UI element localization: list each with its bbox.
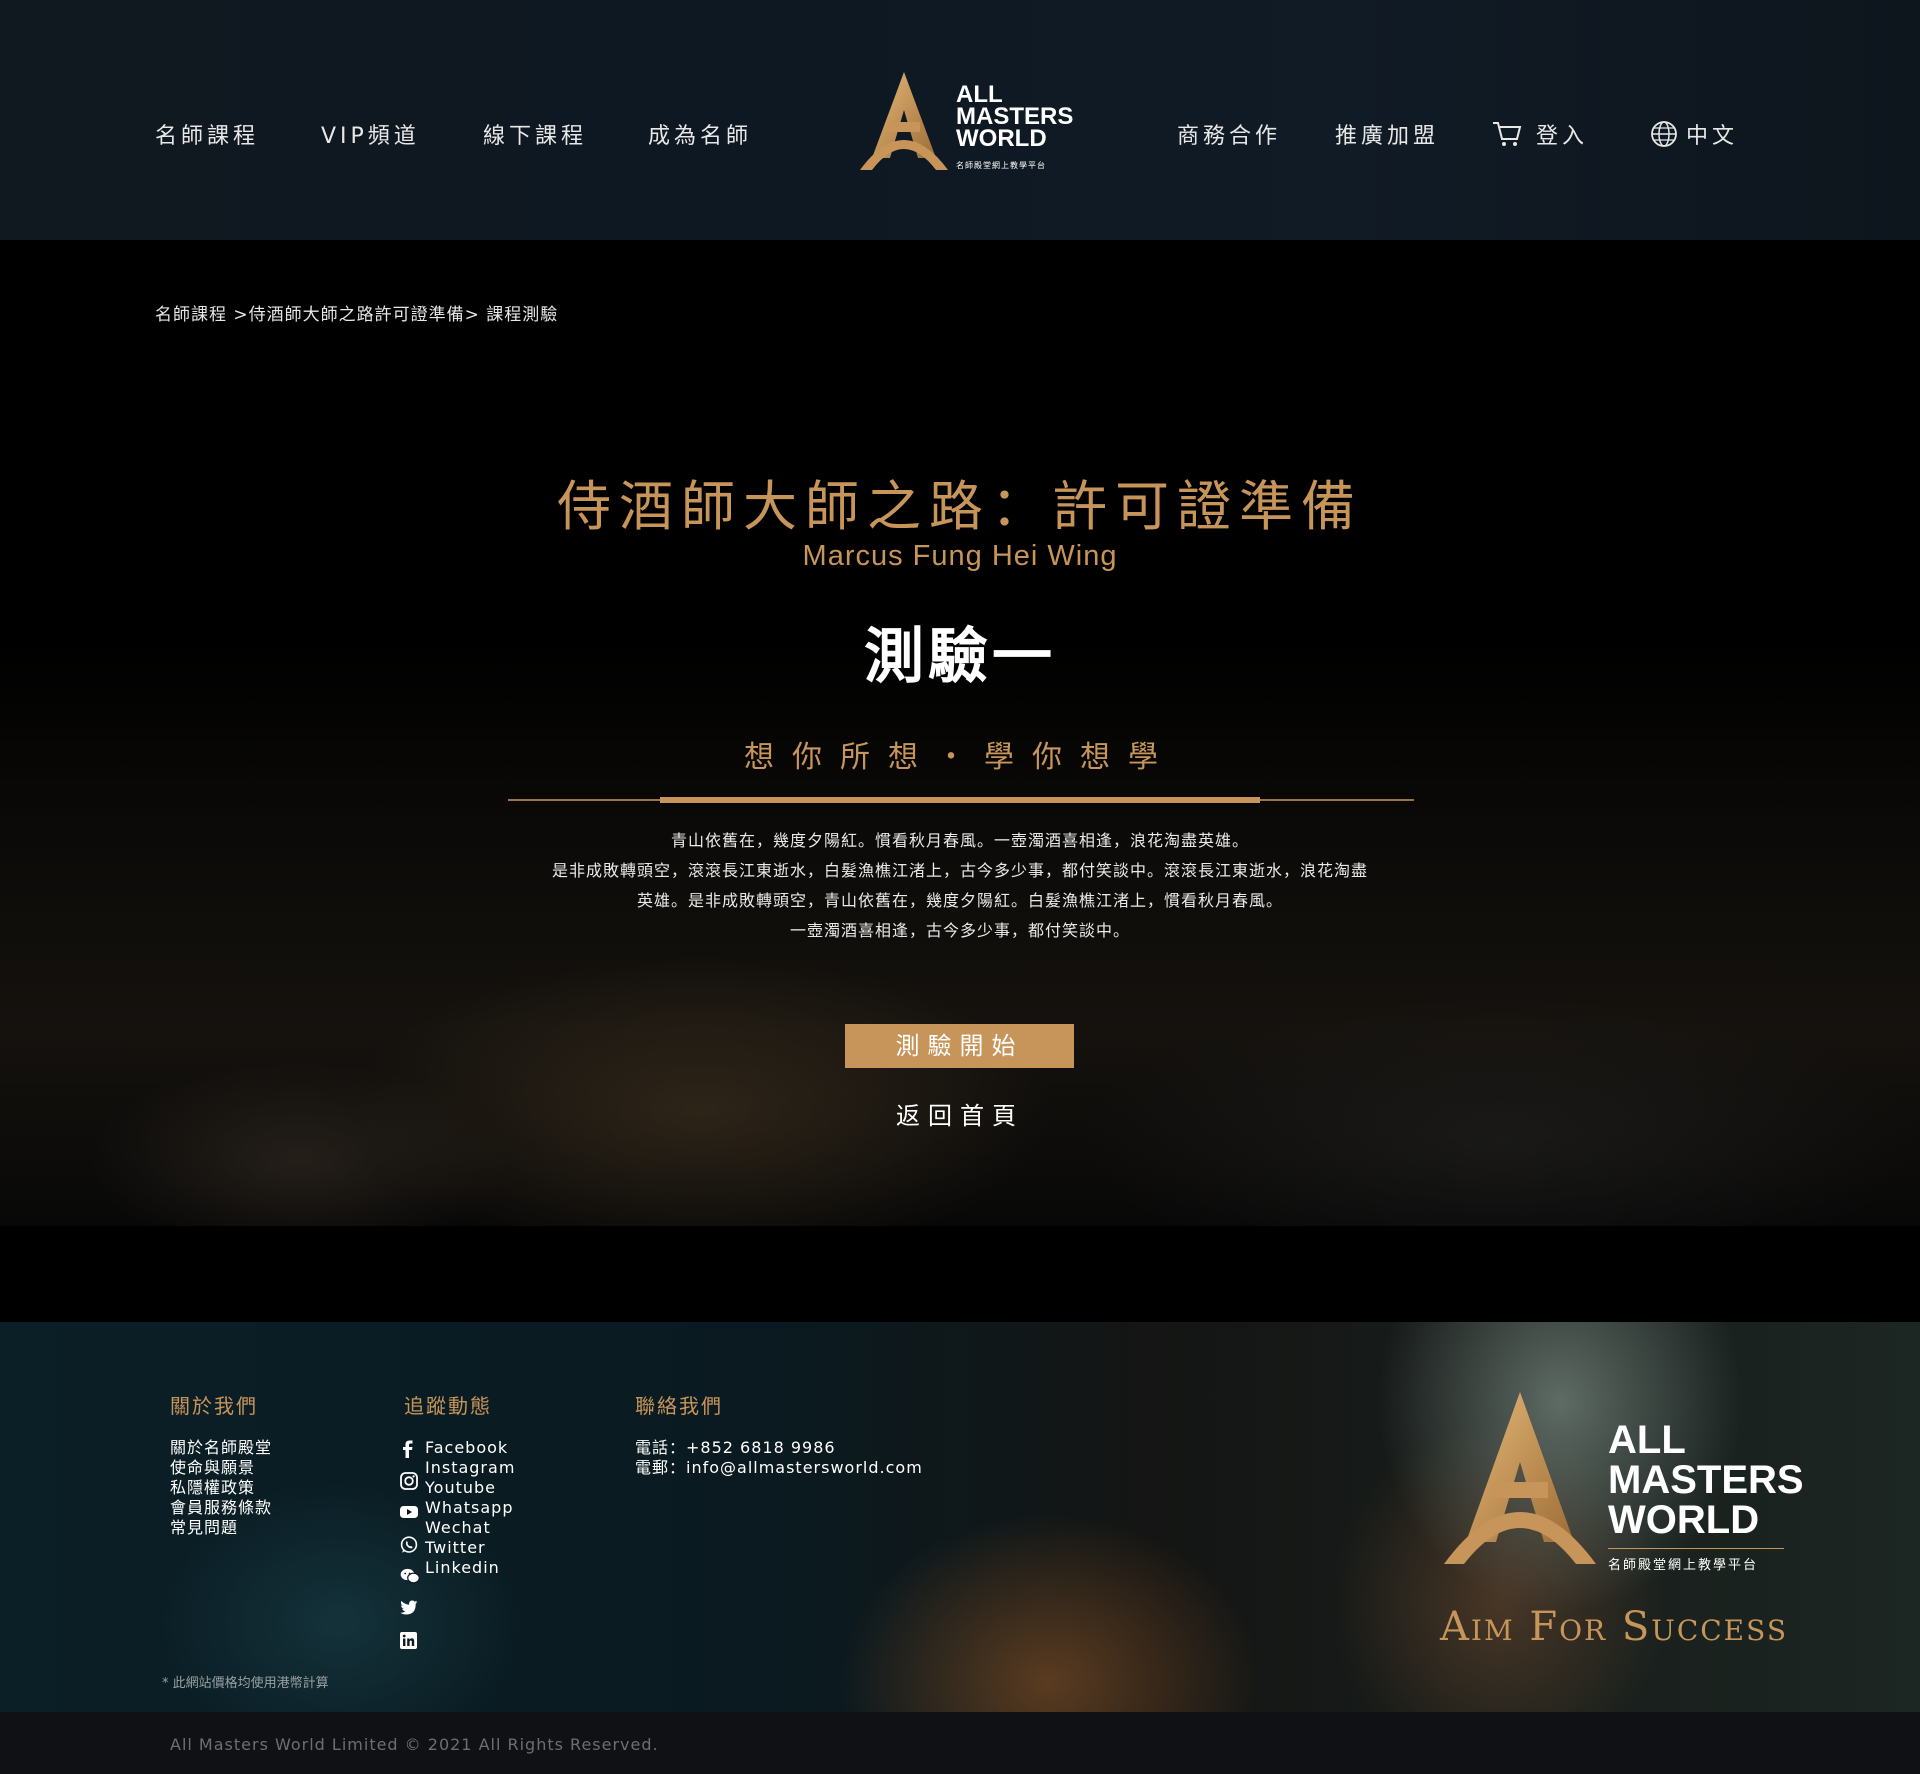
nav-business[interactable]: 商務合作: [1177, 118, 1281, 150]
social-link-linkedin[interactable]: Linkedin: [425, 1558, 515, 1578]
quiz-title: 測驗一: [864, 622, 1056, 692]
site-header: 名師課程 VIP頻道 線下課程 成為名師 ALL MASTERS WORLD 名…: [0, 0, 1920, 240]
nav-affiliate[interactable]: 推廣加盟: [1335, 118, 1439, 150]
nav-language[interactable]: 中文: [1650, 118, 1738, 154]
contact-email[interactable]: 電郵：info@allmastersworld.com: [635, 1458, 923, 1478]
footer-link-privacy[interactable]: 私隱權政策: [170, 1478, 272, 1498]
logo-subtitle: 名師殿堂網上教學平台: [956, 161, 1046, 170]
section-spacer: [0, 1226, 1920, 1322]
social-link-twitter[interactable]: Twitter: [425, 1538, 515, 1558]
facebook-icon[interactable]: [400, 1440, 420, 1472]
description-line: 是非成敗轉頭空，滾滾長江東逝水，白髮漁樵江渚上，古今多少事，都付笑談中。滾滾長江…: [551, 861, 1368, 880]
footer-logo-wordmark: ALL MASTERS WORLD: [1608, 1418, 1804, 1542]
description-line: 青山依舊在，幾度夕陽紅。慣看秋月春風。一壺濁酒喜相逢，浪花淘盡英雄。: [670, 831, 1249, 850]
nav-offline-courses[interactable]: 線下課程: [483, 118, 587, 150]
breadcrumb[interactable]: 名師課程 >侍酒師大師之路許可證準備> 課程測驗: [155, 300, 558, 325]
nav-become-master[interactable]: 成為名師: [648, 118, 752, 150]
whatsapp-icon[interactable]: [400, 1536, 420, 1568]
instagram-icon[interactable]: [400, 1472, 420, 1504]
nav-vip-channel[interactable]: VIP頻道: [321, 118, 420, 150]
back-home-link[interactable]: 返回首頁: [0, 1096, 1920, 1131]
social-link-youtube[interactable]: Youtube: [425, 1478, 515, 1498]
footer-logo: ALL MASTERS WORLD 名師殿堂網上教學平台: [1440, 1392, 1804, 1573]
footer-about-list: 關於名師殿堂 使命與願景 私隱權政策 會員服務條款 常見問題: [170, 1438, 272, 1538]
globe-icon: [1650, 120, 1678, 154]
quiz-intro-section: 名師課程 >侍酒師大師之路許可證準備> 課程測驗 侍酒師大師之路：許可證準備 M…: [0, 240, 1920, 1226]
social-icon-column: [400, 1440, 420, 1664]
footer-logo-divider: [1608, 1548, 1784, 1549]
footer-follow-list: Facebook Instagram Youtube Whatsapp Wech…: [425, 1438, 515, 1578]
contact-phone: 電話：+852 6818 9986: [635, 1438, 836, 1457]
social-link-facebook[interactable]: Facebook: [425, 1438, 515, 1458]
start-quiz-button[interactable]: 測驗開始: [845, 1024, 1074, 1068]
course-title: 侍酒師大師之路：許可證準備: [557, 475, 1363, 538]
currency-note: * 此網站價格均使用港幣計算: [162, 1676, 329, 1691]
footer-link-terms[interactable]: 會員服務條款: [170, 1498, 272, 1518]
nav-login[interactable]: 登入: [1492, 118, 1588, 154]
divider-accent: [660, 797, 1260, 803]
footer-contact-heading: 聯絡我們: [635, 1394, 723, 1418]
logo-wordmark: ALL MASTERS WORLD: [956, 81, 1074, 152]
logo-mark-icon: [860, 72, 948, 170]
teacher-name: Marcus Fung Hei Wing: [802, 540, 1118, 572]
login-label[interactable]: 登入: [1536, 124, 1588, 149]
copyright: All Masters World Limited © 2021 All Rig…: [170, 1735, 659, 1754]
slogan: 想你所想・學你想學: [744, 740, 1176, 775]
footer-contact-list: 電話：+852 6818 9986 電郵：info@allmastersworl…: [635, 1438, 923, 1478]
linkedin-icon[interactable]: [400, 1632, 420, 1664]
description-line: 一壺濁酒喜相逢，古今多少事，都付笑談中。: [789, 921, 1130, 940]
footer-link-mission[interactable]: 使命與願景: [170, 1458, 272, 1478]
language-label[interactable]: 中文: [1686, 124, 1738, 149]
quiz-description: 青山依舊在，幾度夕陽紅。慣看秋月春風。一壺濁酒喜相逢，浪花淘盡英雄。 是非成敗轉…: [500, 826, 1420, 946]
social-link-instagram[interactable]: Instagram: [425, 1458, 515, 1478]
footer-link-about[interactable]: 關於名師殿堂: [170, 1438, 272, 1458]
social-link-whatsapp[interactable]: Whatsapp: [425, 1498, 515, 1518]
footer-logo-subtitle: 名師殿堂網上教學平台: [1608, 1558, 1759, 1573]
site-logo[interactable]: ALL MASTERS WORLD 名師殿堂網上教學平台: [858, 70, 1073, 176]
nav-courses[interactable]: 名師課程: [155, 118, 259, 150]
youtube-icon[interactable]: [400, 1504, 420, 1536]
wechat-icon[interactable]: [400, 1568, 420, 1600]
social-link-wechat[interactable]: Wechat: [425, 1518, 515, 1538]
site-footer: 關於我們 關於名師殿堂 使命與願景 私隱權政策 會員服務條款 常見問題 追蹤動態: [0, 1322, 1920, 1712]
footer-link-faq[interactable]: 常見問題: [170, 1518, 272, 1538]
footer-logo-mark-icon: [1444, 1392, 1596, 1564]
footer-follow-heading: 追蹤動態: [404, 1394, 492, 1418]
footer-about-heading: 關於我們: [170, 1394, 258, 1418]
footer-motto: Aim For Success: [1440, 1604, 1788, 1650]
twitter-icon[interactable]: [400, 1600, 420, 1632]
cart-icon[interactable]: [1492, 120, 1522, 154]
description-line: 英雄。是非成敗轉頭空，青山依舊在，幾度夕陽紅。白髮漁樵江渚上，慣看秋月春風。: [636, 891, 1283, 910]
